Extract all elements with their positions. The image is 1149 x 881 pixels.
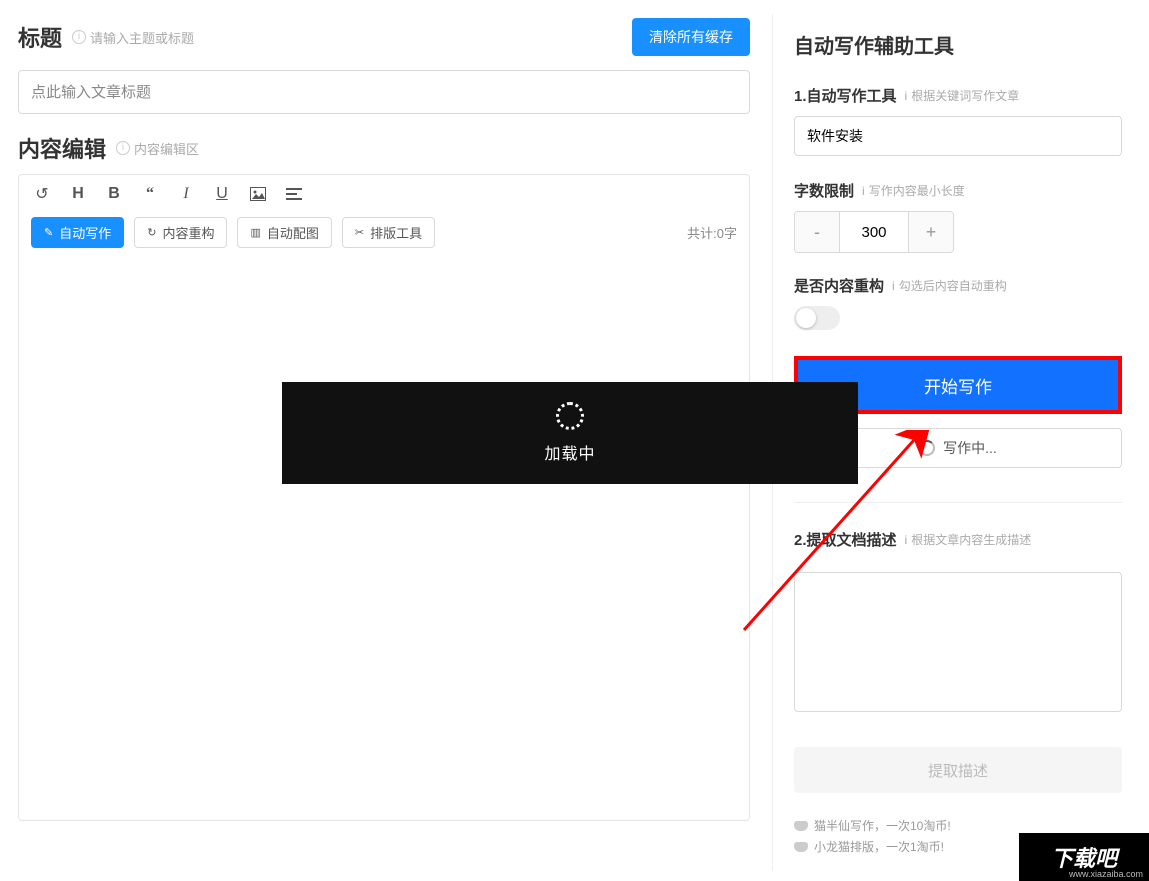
editor-container: ↺ H B “ I U ✎ 自动写作 ↻ 内容重构 ▥ 自动配 bbox=[18, 174, 750, 821]
title-left-group: 标题 i 请输入主题或标题 bbox=[18, 21, 194, 53]
section1-label: 1.自动写作工具 bbox=[794, 85, 897, 106]
section1-hint: i 根据关键词写作文章 bbox=[905, 87, 1020, 104]
restructure-label: 内容重构 bbox=[162, 223, 214, 242]
underline-icon[interactable]: U bbox=[213, 185, 231, 203]
restructure-header: 是否内容重构 i 勾选后内容自动重构 bbox=[794, 275, 1122, 296]
title-hint: i 请输入主题或标题 bbox=[72, 28, 194, 47]
cost-note-2-text: 小龙猫排版，一次1淘币! bbox=[814, 838, 944, 855]
italic-icon[interactable]: I bbox=[177, 185, 195, 203]
watermark-logo: 下载吧 www.xiazaiba.com bbox=[1019, 833, 1149, 881]
section1-header: 1.自动写作工具 i 根据关键词写作文章 bbox=[794, 85, 1122, 106]
restructure-hint-text: 勾选后内容自动重构 bbox=[899, 277, 1007, 294]
restructure-toggle[interactable] bbox=[794, 306, 840, 330]
content-hint: i 内容编辑区 bbox=[116, 139, 199, 158]
refresh-icon: ↻ bbox=[147, 226, 156, 239]
align-icon[interactable] bbox=[285, 185, 303, 203]
stepper-increment-button[interactable]: + bbox=[909, 212, 953, 252]
toggle-knob bbox=[796, 308, 816, 328]
title-hint-text: 请输入主题或标题 bbox=[90, 28, 194, 47]
editor-format-toolbar: ↺ H B “ I U bbox=[19, 175, 749, 213]
bold-icon[interactable]: B bbox=[105, 185, 123, 203]
cost-note-1: 猫半仙写作，一次10淘币! bbox=[794, 817, 1122, 834]
extract-description-button[interactable]: 提取描述 bbox=[794, 747, 1122, 793]
content-restructure-button[interactable]: ↻ 内容重构 bbox=[134, 217, 227, 248]
title-header-row: 标题 i 请输入主题或标题 清除所有缓存 bbox=[18, 18, 750, 56]
writing-status-text: 写作中... bbox=[943, 438, 997, 458]
picture-icon: ▥ bbox=[250, 226, 260, 239]
clear-cache-button[interactable]: 清除所有缓存 bbox=[632, 18, 750, 56]
pencil-icon: ✎ bbox=[44, 226, 53, 239]
section2-label: 2.提取文档描述 bbox=[794, 529, 897, 550]
image-icon[interactable] bbox=[249, 185, 267, 203]
section2-hint: i 根据文章内容生成描述 bbox=[905, 531, 1032, 548]
wordlimit-hint-text: 写作内容最小长度 bbox=[869, 182, 965, 199]
restructure-hint: i 勾选后内容自动重构 bbox=[892, 277, 1007, 294]
heading-icon[interactable]: H bbox=[69, 185, 87, 203]
loading-text: 加载中 bbox=[544, 440, 595, 464]
layout-tool-button[interactable]: ✂ 排版工具 bbox=[342, 217, 435, 248]
content-label: 内容编辑 bbox=[18, 132, 106, 164]
wordlimit-input[interactable] bbox=[839, 212, 909, 252]
content-header-row: 内容编辑 i 内容编辑区 bbox=[18, 132, 750, 164]
auto-write-button[interactable]: ✎ 自动写作 bbox=[31, 217, 124, 248]
editor-action-toolbar: ✎ 自动写作 ↻ 内容重构 ▥ 自动配图 ✂ 排版工具 共计:0字 bbox=[19, 213, 749, 260]
info-icon: i bbox=[892, 279, 895, 293]
wordlimit-stepper: - + bbox=[794, 211, 954, 253]
loading-overlay: 加载中 bbox=[282, 382, 858, 484]
info-icon: i bbox=[862, 184, 865, 198]
info-icon: i bbox=[116, 141, 130, 155]
editor-content-area[interactable] bbox=[19, 260, 749, 820]
word-count-text: 共计:0字 bbox=[687, 223, 737, 242]
section1-hint-text: 根据关键词写作文章 bbox=[911, 87, 1019, 104]
auto-image-button[interactable]: ▥ 自动配图 bbox=[237, 217, 331, 248]
wordlimit-hint: i 写作内容最小长度 bbox=[862, 182, 965, 199]
cost-note-1-text: 猫半仙写作，一次10淘币! bbox=[814, 817, 951, 834]
quote-icon[interactable]: “ bbox=[141, 185, 159, 203]
content-hint-text: 内容编辑区 bbox=[134, 139, 199, 158]
watermark-logo-sub: www.xiazaiba.com bbox=[1069, 869, 1143, 879]
coin-icon bbox=[794, 842, 808, 852]
wordlimit-label: 字数限制 bbox=[794, 180, 854, 201]
info-icon: i bbox=[905, 533, 908, 547]
sidebar-heading: 自动写作辅助工具 bbox=[794, 30, 1122, 59]
section2-header: 2.提取文档描述 i 根据文章内容生成描述 bbox=[794, 529, 1122, 550]
wordlimit-header: 字数限制 i 写作内容最小长度 bbox=[794, 180, 1122, 201]
keyword-input[interactable] bbox=[794, 116, 1122, 156]
loading-spinner-large-icon bbox=[556, 402, 584, 430]
coin-icon bbox=[794, 821, 808, 831]
layout-tool-label: 排版工具 bbox=[370, 223, 422, 242]
info-icon: i bbox=[905, 89, 908, 103]
title-label: 标题 bbox=[18, 21, 62, 53]
section2-hint-text: 根据文章内容生成描述 bbox=[911, 531, 1031, 548]
sidebar-divider bbox=[794, 502, 1122, 503]
undo-icon[interactable]: ↺ bbox=[33, 185, 51, 203]
auto-image-label: 自动配图 bbox=[267, 223, 319, 242]
loading-spinner-icon bbox=[919, 440, 935, 456]
article-title-input[interactable] bbox=[18, 70, 750, 114]
description-textarea[interactable] bbox=[794, 572, 1122, 712]
info-icon: i bbox=[72, 30, 86, 44]
restructure-label: 是否内容重构 bbox=[794, 275, 884, 296]
stepper-decrement-button[interactable]: - bbox=[795, 212, 839, 252]
wrench-icon: ✂ bbox=[355, 226, 364, 239]
auto-write-label: 自动写作 bbox=[59, 223, 111, 242]
